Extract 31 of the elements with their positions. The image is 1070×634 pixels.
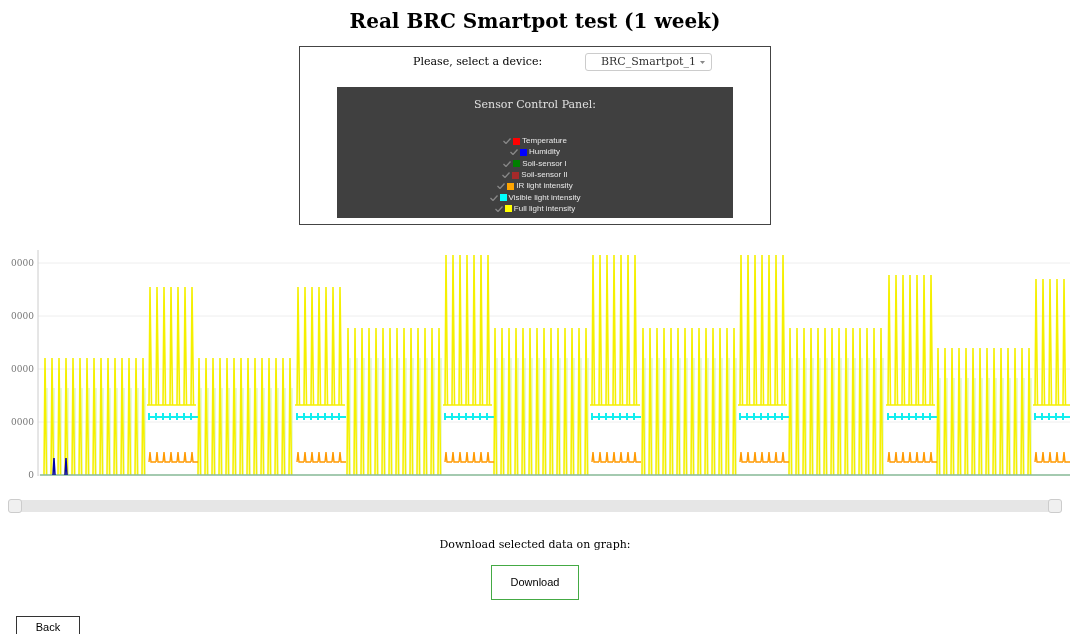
back-button[interactable]: Back: [16, 615, 80, 634]
axis-label: 0000: [11, 311, 34, 321]
sensor-label: IR light intensity: [516, 180, 573, 193]
checkmark-icon[interactable]: [503, 138, 512, 145]
checkmark-icon[interactable]: [502, 172, 511, 179]
axis-label: 0: [28, 470, 34, 480]
slider-handle[interactable]: [8, 499, 22, 513]
caret-icon: [700, 60, 705, 64]
panel-title: Sensor Control Panel:: [474, 97, 596, 113]
checkmark-icon[interactable]: [497, 183, 506, 190]
axis-label: 0000: [11, 417, 34, 427]
device-label: Please, select a device:: [413, 53, 544, 70]
checkmark-icon[interactable]: [503, 160, 512, 167]
axis-label: 0000: [11, 258, 34, 268]
sensor-label: Visible light intensity: [508, 191, 581, 204]
device-select[interactable]: BRC_Smartpot_1: [585, 53, 712, 71]
axis-label: 0000: [11, 364, 34, 374]
humidity-line: [52, 457, 68, 476]
checkmark-icon[interactable]: [494, 205, 503, 212]
download-button[interactable]: Download: [491, 564, 579, 600]
slider-handle[interactable]: [1048, 499, 1062, 513]
sensor-label: Soil-sensor I: [522, 157, 567, 170]
sensor-label: Soil-sensor II: [521, 169, 568, 182]
page-title: Real BRC Smartpot test (1 week): [348, 8, 722, 35]
checkmark-icon[interactable]: [489, 194, 498, 201]
download-caption: Download selected data on graph:: [438, 537, 632, 553]
checkmark-icon[interactable]: [509, 149, 518, 156]
sensor-label: Temperature: [522, 135, 567, 148]
range-slider[interactable]: [8, 500, 1062, 512]
sensor-label: Humidity: [528, 146, 561, 159]
sensor-label: Full light intensity: [513, 202, 576, 215]
